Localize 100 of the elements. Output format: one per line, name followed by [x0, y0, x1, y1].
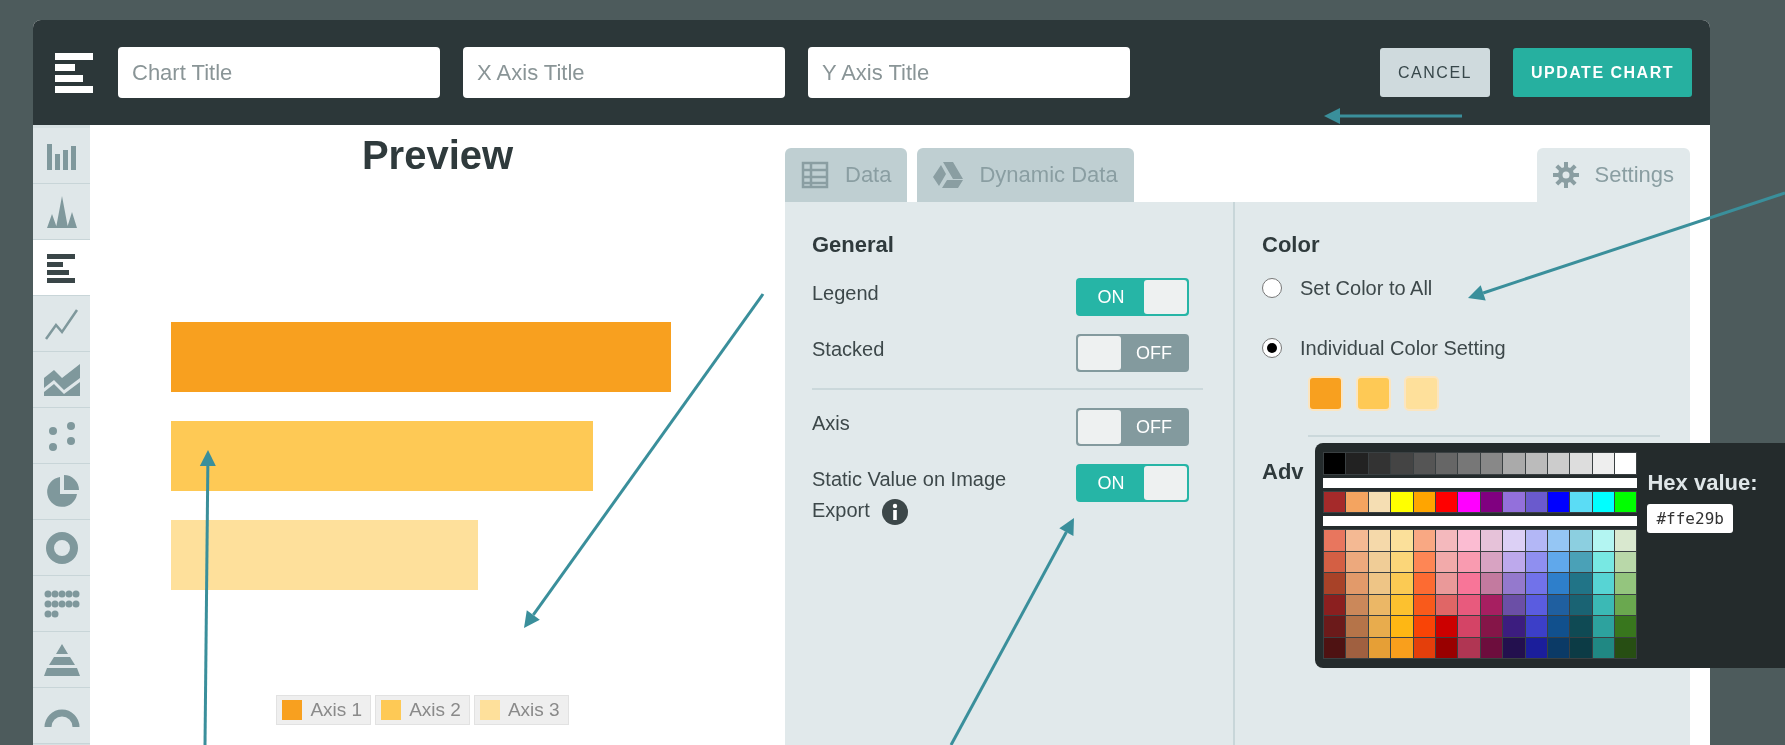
palette-color[interactable] — [1570, 491, 1592, 512]
palette-color[interactable] — [1480, 551, 1503, 572]
palette-color[interactable] — [1324, 637, 1346, 658]
palette-color[interactable] — [1346, 637, 1368, 658]
palette-color[interactable] — [1503, 616, 1525, 637]
radio-button[interactable] — [1262, 278, 1282, 298]
palette-color[interactable] — [1368, 594, 1391, 615]
palette-color[interactable] — [1391, 616, 1413, 637]
toggle-switch[interactable]: OFF — [1076, 334, 1189, 372]
palette-color[interactable] — [1435, 637, 1458, 658]
palette-color[interactable] — [1368, 491, 1391, 512]
palette-color[interactable] — [1324, 594, 1346, 615]
palette-color[interactable] — [1346, 491, 1368, 512]
palette-color[interactable] — [1503, 573, 1525, 594]
palette-color[interactable] — [1480, 530, 1503, 551]
palette-color[interactable] — [1480, 594, 1503, 615]
palette-color[interactable] — [1324, 573, 1346, 594]
palette-color[interactable] — [1435, 491, 1458, 512]
palette-color[interactable] — [1547, 573, 1570, 594]
palette-color[interactable] — [1435, 551, 1458, 572]
palette-color[interactable] — [1525, 637, 1547, 658]
palette-color[interactable] — [1435, 453, 1458, 474]
palette-color[interactable] — [1458, 530, 1480, 551]
palette-color[interactable] — [1503, 637, 1525, 658]
palette-color[interactable] — [1592, 491, 1615, 512]
palette-color[interactable] — [1435, 530, 1458, 551]
palette-color[interactable] — [1615, 491, 1637, 512]
palette-color[interactable] — [1480, 616, 1503, 637]
palette-color[interactable] — [1480, 573, 1503, 594]
palette-color[interactable] — [1503, 453, 1525, 474]
palette-color[interactable] — [1547, 637, 1570, 658]
palette-color[interactable] — [1615, 551, 1637, 572]
palette-color[interactable] — [1368, 616, 1391, 637]
palette-color[interactable] — [1525, 594, 1547, 615]
palette-color[interactable] — [1503, 530, 1525, 551]
palette-color[interactable] — [1503, 491, 1525, 512]
palette-color[interactable] — [1458, 453, 1480, 474]
palette-color[interactable] — [1525, 616, 1547, 637]
palette-color[interactable] — [1324, 616, 1346, 637]
palette-color[interactable] — [1368, 637, 1391, 658]
palette-color[interactable] — [1413, 594, 1435, 615]
palette-color[interactable] — [1391, 530, 1413, 551]
palette-color[interactable] — [1503, 594, 1525, 615]
palette-color[interactable] — [1615, 616, 1637, 637]
toggle-switch[interactable]: ON — [1076, 464, 1189, 502]
palette-color[interactable] — [1615, 453, 1637, 474]
palette-color[interactable] — [1547, 491, 1570, 512]
palette-color[interactable] — [1458, 573, 1480, 594]
palette-color[interactable] — [1592, 594, 1615, 615]
palette-color[interactable] — [1547, 594, 1570, 615]
palette-color[interactable] — [1592, 637, 1615, 658]
palette-color[interactable] — [1570, 551, 1592, 572]
palette-color[interactable] — [1413, 530, 1435, 551]
palette-color[interactable] — [1368, 551, 1391, 572]
palette-color[interactable] — [1458, 637, 1480, 658]
palette-color[interactable] — [1324, 453, 1346, 474]
palette-color[interactable] — [1547, 453, 1570, 474]
palette-color[interactable] — [1525, 491, 1547, 512]
palette-color[interactable] — [1368, 573, 1391, 594]
palette-color[interactable] — [1525, 453, 1547, 474]
palette-color[interactable] — [1592, 453, 1615, 474]
palette-color[interactable] — [1547, 530, 1570, 551]
cancel-button[interactable]: CANCEL — [1380, 48, 1490, 97]
palette-color[interactable] — [1458, 616, 1480, 637]
palette-color[interactable] — [1458, 551, 1480, 572]
palette-color[interactable] — [1547, 616, 1570, 637]
palette-color[interactable] — [1480, 453, 1503, 474]
hex-input-field[interactable]: #ffe29b — [1647, 504, 1733, 533]
update-chart-button[interactable]: UPDATE CHART — [1512, 48, 1692, 97]
palette-color[interactable] — [1435, 594, 1458, 615]
palette-color[interactable] — [1570, 637, 1592, 658]
palette-color[interactable] — [1391, 637, 1413, 658]
palette-color[interactable] — [1413, 637, 1435, 658]
palette-color[interactable] — [1570, 530, 1592, 551]
palette-color[interactable] — [1503, 551, 1525, 572]
palette-color[interactable] — [1570, 616, 1592, 637]
toggle-switch[interactable]: OFF — [1076, 408, 1189, 446]
palette-color[interactable] — [1324, 530, 1346, 551]
palette-color[interactable] — [1391, 573, 1413, 594]
palette-color[interactable] — [1324, 551, 1346, 572]
palette-color[interactable] — [1413, 616, 1435, 637]
palette-color[interactable] — [1324, 491, 1346, 512]
palette-color[interactable] — [1346, 530, 1368, 551]
palette-color[interactable] — [1435, 616, 1458, 637]
palette-color[interactable] — [1480, 491, 1503, 512]
palette-color[interactable] — [1391, 453, 1413, 474]
palette-color[interactable] — [1480, 637, 1503, 658]
color-swatch[interactable] — [1308, 376, 1343, 411]
palette-color[interactable] — [1346, 594, 1368, 615]
input-field[interactable]: Y Axis Title — [808, 47, 1130, 98]
palette-color[interactable] — [1346, 573, 1368, 594]
palette-color[interactable] — [1592, 551, 1615, 572]
palette-color[interactable] — [1413, 453, 1435, 474]
palette-color[interactable] — [1525, 551, 1547, 572]
palette-color[interactable] — [1615, 530, 1637, 551]
color-swatch[interactable] — [1404, 376, 1439, 411]
palette-color[interactable] — [1391, 551, 1413, 572]
palette-color[interactable] — [1615, 594, 1637, 615]
palette-color[interactable] — [1368, 530, 1391, 551]
palette-color[interactable] — [1570, 453, 1592, 474]
